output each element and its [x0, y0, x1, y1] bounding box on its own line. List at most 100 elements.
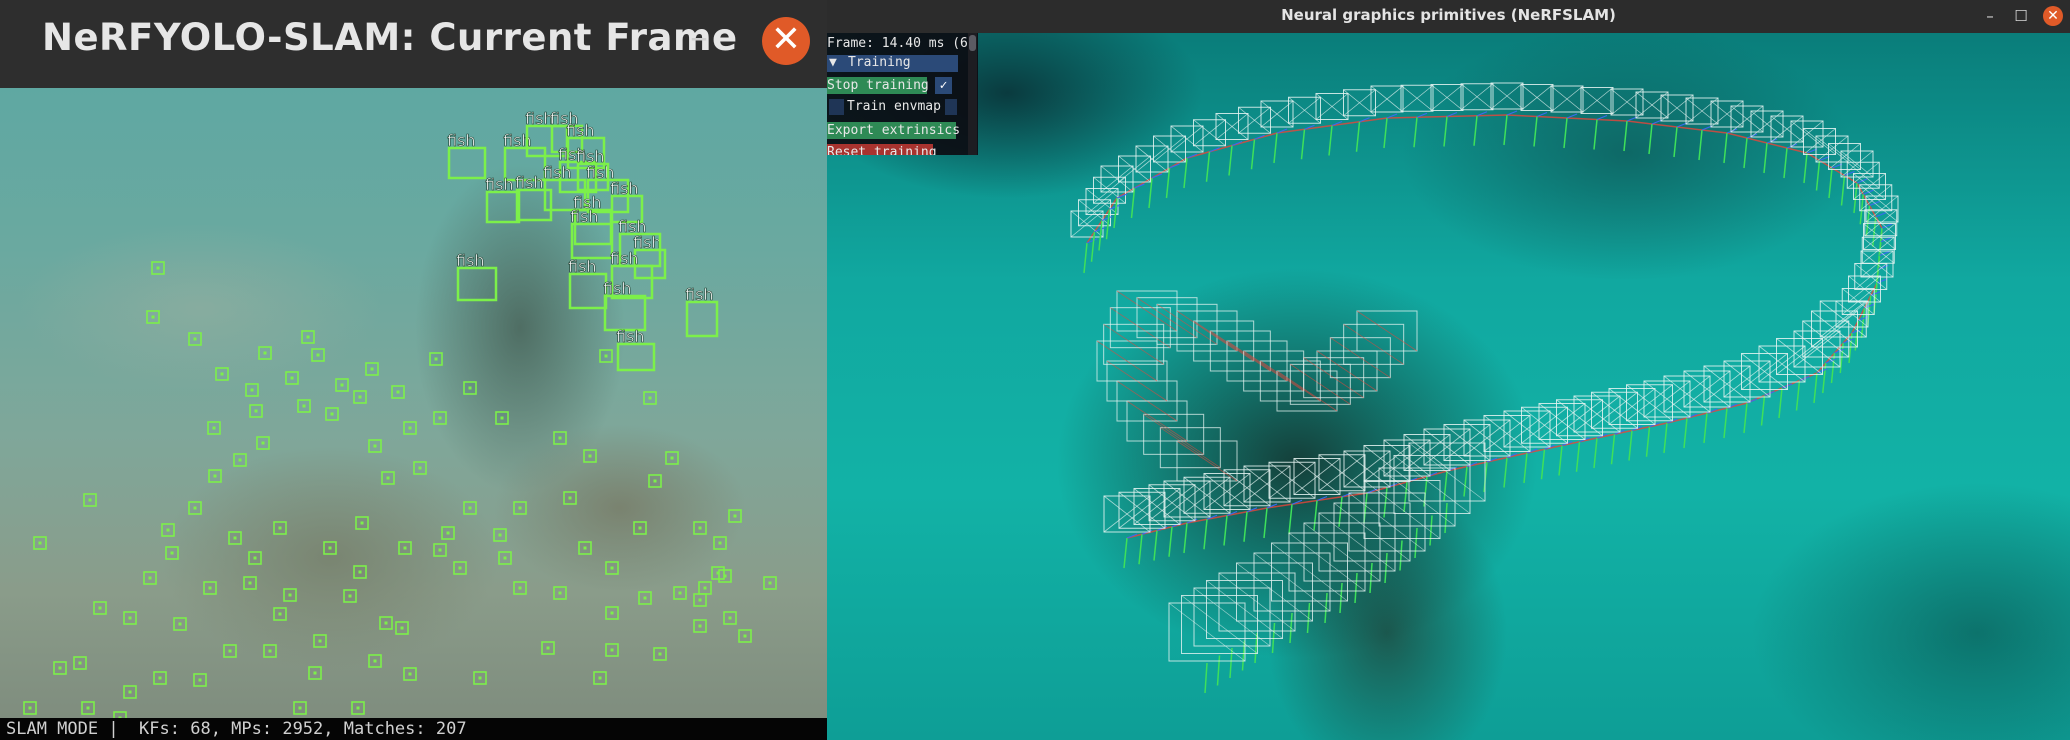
camera-frustum	[1153, 135, 1186, 199]
camera-frustum	[1343, 450, 1391, 524]
fish-detection: fish	[616, 327, 656, 372]
camera-frustum	[1238, 106, 1271, 170]
feature-point	[215, 367, 229, 381]
camera-frustum	[1776, 338, 1823, 411]
maximize-icon[interactable]: ☐	[2010, 5, 2032, 27]
fish-label: fish	[685, 285, 714, 304]
export-extrinsics-button[interactable]: Export extrinsics	[827, 122, 960, 139]
feature-point	[208, 469, 222, 483]
camera-frustum	[1288, 532, 1366, 624]
train-envmap-option[interactable]	[945, 99, 957, 115]
feature-overlay: fish fishfishfishfishfishfishfishfishfish…	[23, 109, 777, 718]
minimize-icon[interactable]: –	[684, 18, 714, 58]
reset-training-button[interactable]: Reset training	[827, 144, 937, 155]
slam-status-text: SLAM MODE | KFs: 68, MPs: 2952, Matches:…	[6, 719, 467, 739]
train-envmap-checkbox[interactable]	[829, 99, 844, 115]
panel-scroll-thumb[interactable]	[969, 35, 976, 51]
feature-point	[258, 346, 272, 360]
feature-point	[335, 378, 349, 392]
feature-point	[311, 348, 325, 362]
camera-frustum	[1490, 82, 1524, 146]
camera-frustum	[1156, 303, 1218, 345]
fish-detection: fish	[610, 179, 644, 224]
feature-point	[553, 431, 567, 445]
feature-point	[718, 569, 732, 583]
camera-frustum	[1176, 440, 1238, 482]
feature-point	[693, 521, 707, 535]
training-section-header[interactable]: ▼ Training	[827, 55, 958, 72]
feature-point	[728, 509, 742, 523]
camera-frustum	[1703, 365, 1751, 439]
nerf-window-titlebar[interactable]: Neural graphics primitives (NeRFSLAM) – …	[827, 0, 2070, 33]
feature-point	[429, 352, 443, 366]
feature-point	[379, 616, 393, 630]
training-section-label: Training	[848, 55, 911, 70]
camera-frustum	[1793, 330, 1841, 404]
fish-label: fish	[576, 147, 605, 166]
feature-point	[403, 421, 417, 435]
training-checkbox[interactable]: ✓	[935, 77, 952, 94]
nerf-window-title: Neural graphics primitives (NeRFSLAM)	[1281, 6, 1616, 24]
feature-point	[193, 673, 207, 687]
feature-point	[605, 643, 619, 657]
close-icon[interactable]: ✕	[762, 17, 810, 65]
feature-point	[493, 528, 507, 542]
feature-point	[353, 390, 367, 404]
camera-frustum	[1103, 323, 1165, 365]
feature-point	[513, 581, 527, 595]
feature-point	[605, 606, 619, 620]
fish-detection: fish	[485, 175, 521, 224]
close-icon[interactable]: ✕	[2043, 6, 2063, 26]
nerf-3d-viewport[interactable]	[827, 33, 2070, 740]
slam-frame-window: NeRFYOLO-SLAM: Current Frame – ✕ fish fis…	[0, 0, 827, 740]
minimize-icon[interactable]: –	[1979, 5, 2001, 27]
camera-frustum	[1116, 290, 1178, 332]
camera-frustum	[1363, 445, 1411, 518]
feature-point	[293, 701, 307, 715]
feature-point	[153, 671, 167, 685]
feature-point	[143, 571, 157, 585]
camera-frustum	[1802, 320, 1850, 394]
camera-frustum	[1170, 125, 1204, 189]
feature-point	[249, 404, 263, 418]
camera-frustum	[1723, 360, 1771, 434]
feature-point	[161, 523, 175, 537]
feature-point	[593, 671, 607, 685]
feature-point	[263, 644, 277, 658]
feature-point	[188, 501, 202, 515]
feature-point	[353, 565, 367, 579]
feature-point	[413, 461, 427, 475]
feature-point	[578, 541, 592, 555]
fish-label: fish	[603, 279, 632, 298]
feature-point	[146, 310, 160, 324]
feature-point	[453, 561, 467, 575]
feature-point	[738, 629, 752, 643]
feature-point	[673, 586, 687, 600]
feature-point	[273, 607, 287, 621]
feature-point	[368, 654, 382, 668]
feature-point	[297, 399, 311, 413]
feature-point	[463, 501, 477, 515]
camera-frustum	[1758, 345, 1806, 419]
panel-scrollbar[interactable]	[968, 33, 977, 155]
feature-point	[553, 586, 567, 600]
camera-frustum	[1293, 458, 1341, 531]
feature-point	[283, 588, 297, 602]
camera-frustum	[1333, 502, 1411, 594]
feature-point	[433, 543, 447, 557]
feature-point	[563, 491, 577, 505]
feature-point	[23, 701, 37, 715]
feature-point	[243, 576, 257, 590]
feature-point	[643, 391, 657, 405]
feature-point	[665, 451, 679, 465]
feature-point	[441, 526, 455, 540]
feature-point	[53, 661, 67, 675]
frame-time-text: Frame: 14.40 ms (69	[827, 36, 976, 51]
feature-point	[173, 617, 187, 631]
camera-frustum	[1356, 310, 1418, 352]
camera-frustum	[1403, 434, 1451, 507]
feature-point	[583, 449, 597, 463]
stop-training-button[interactable]: Stop training	[827, 77, 929, 94]
slam-window-titlebar[interactable]: NeRFYOLO-SLAM: Current Frame – ✕	[0, 0, 827, 88]
feature-point	[381, 471, 395, 485]
